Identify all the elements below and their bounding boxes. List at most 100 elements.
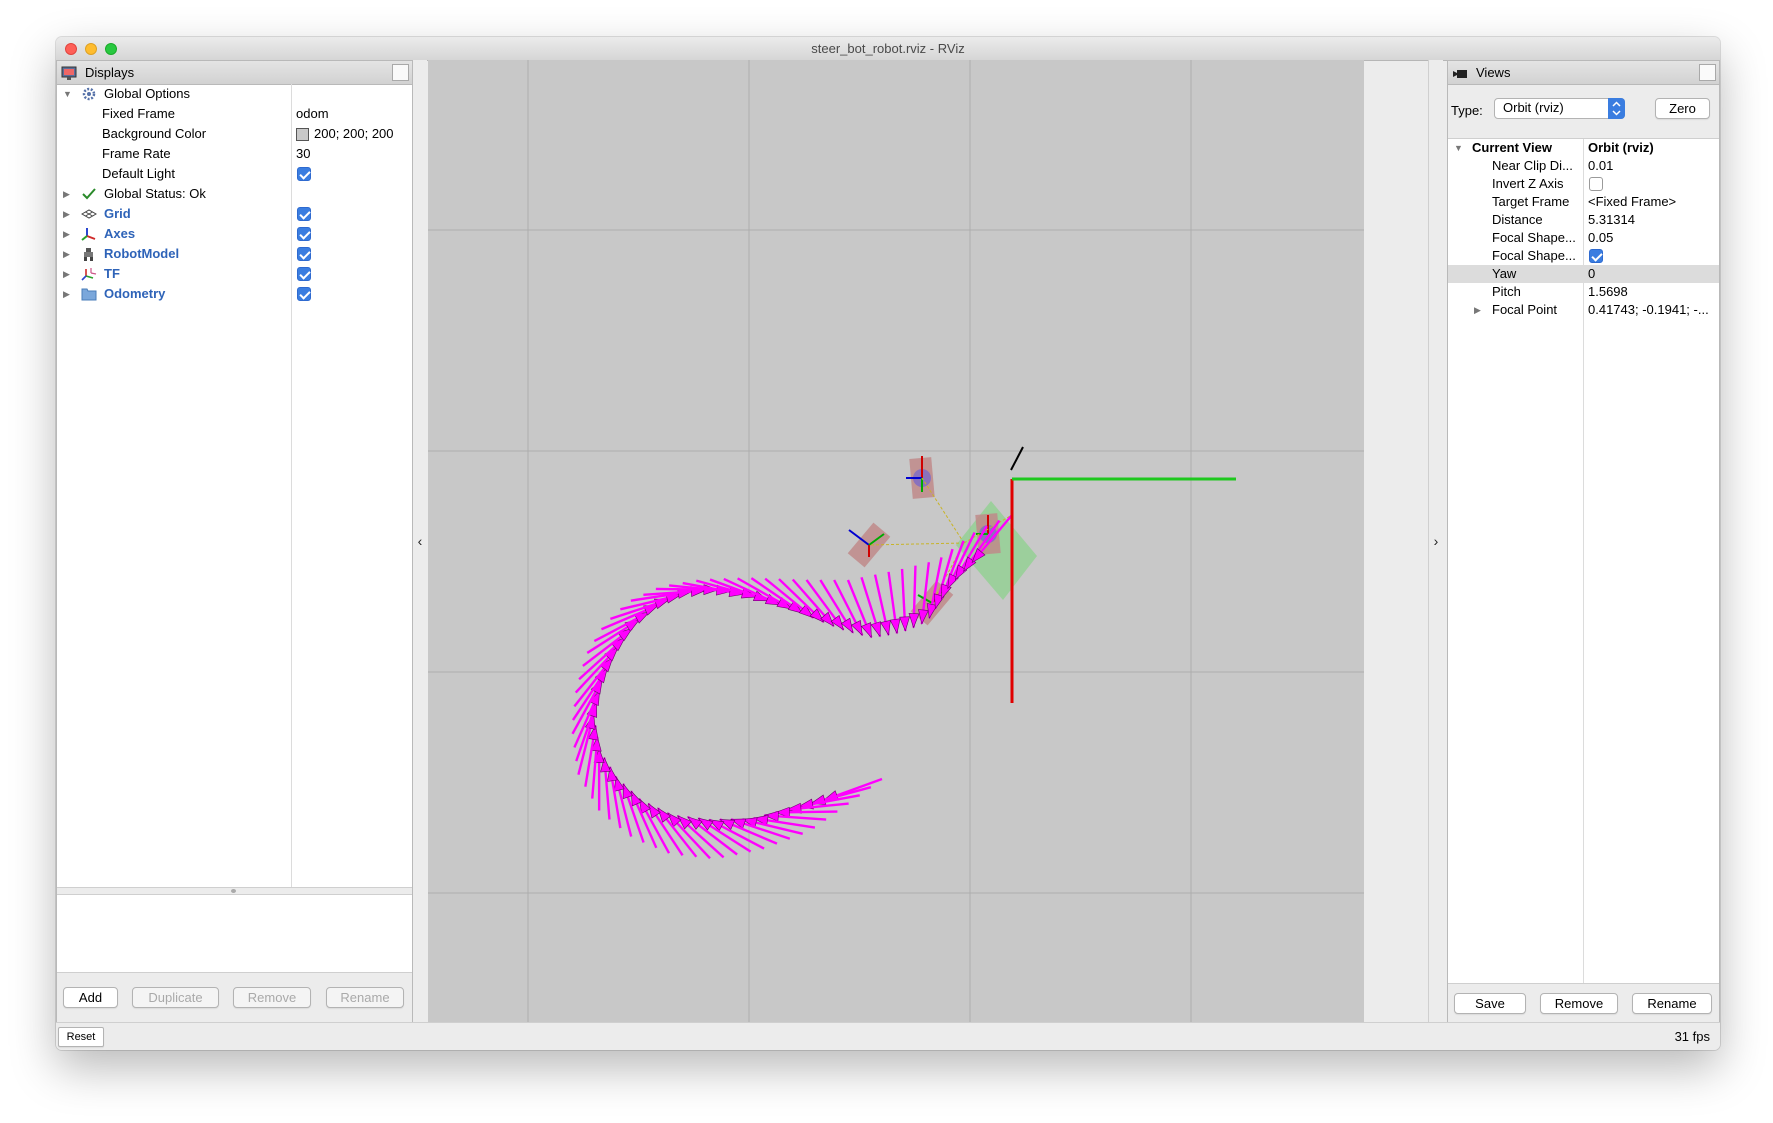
remove-display-button[interactable]: Remove	[233, 987, 311, 1008]
focal-point-label: Focal Point	[1492, 302, 1558, 317]
odometry-arrow	[656, 807, 698, 858]
focal-shape-size-label: Focal Shape...	[1492, 230, 1576, 245]
tree-row-current-view[interactable]: ▼ Current View Orbit (rviz)	[1448, 139, 1719, 157]
tree-row-odometry[interactable]: ▶ Odometry	[57, 284, 412, 304]
near-clip-value[interactable]: 0.01	[1588, 157, 1613, 175]
expand-arrow[interactable]: ▶	[63, 224, 70, 244]
duplicate-display-button[interactable]: Duplicate	[132, 987, 219, 1008]
tree-row-frame-rate[interactable]: Frame Rate 30	[57, 144, 412, 164]
reset-button[interactable]: Reset	[58, 1027, 104, 1047]
undock-panel-button[interactable]	[1699, 64, 1716, 81]
color-swatch[interactable]	[296, 128, 309, 141]
tree-row-focal-shape-fixed[interactable]: Focal Shape...	[1448, 247, 1719, 265]
view-type-select[interactable]: Orbit (rviz)	[1494, 98, 1625, 119]
tree-row-fixed-frame[interactable]: Fixed Frame odom	[57, 104, 412, 124]
expand-arrow[interactable]: ▶	[63, 184, 70, 204]
focal-shape-size-value[interactable]: 0.05	[1588, 229, 1613, 247]
fixed-frame-label: Fixed Frame	[102, 106, 175, 121]
odometry-arrow-head	[647, 802, 661, 819]
window-title: steer_bot_robot.rviz - RViz	[811, 41, 965, 56]
background-color-value[interactable]: 200; 200; 200	[314, 124, 394, 144]
close-window-button[interactable]	[65, 43, 77, 55]
odometry-arrow-head	[880, 619, 891, 636]
undock-panel-button[interactable]	[392, 64, 409, 81]
tree-row-grid[interactable]: ▶ Grid	[57, 204, 412, 224]
tf-display-checkbox[interactable]	[297, 267, 311, 281]
minimize-window-button[interactable]	[85, 43, 97, 55]
focal-shape-fixed-checkbox[interactable]	[1589, 249, 1603, 263]
axes-icon	[81, 227, 97, 241]
odometry-arrow	[791, 578, 835, 627]
target-frame-value[interactable]: <Fixed Frame>	[1588, 193, 1676, 211]
title-bar: steer_bot_robot.rviz - RViz	[56, 37, 1720, 61]
grid-display-label: Grid	[104, 206, 131, 221]
frame-rate-value[interactable]: 30	[296, 144, 310, 164]
tree-row-focal-shape-size[interactable]: Focal Shape... 0.05	[1448, 229, 1719, 247]
tree-row-tf[interactable]: ▶ TF	[57, 264, 412, 284]
view-properties-tree: ▼ Current View Orbit (rviz) Near Clip Di…	[1448, 138, 1719, 984]
tree-row-robotmodel[interactable]: ▶ RobotModel	[57, 244, 412, 264]
expand-arrow[interactable]: ▶	[63, 264, 70, 284]
tree-row-axes[interactable]: ▶ Axes	[57, 224, 412, 244]
tree-row-global-options[interactable]: ▼ Global Options	[57, 84, 412, 104]
odometry-arrow	[908, 565, 920, 629]
tree-row-near-clip[interactable]: Near Clip Di... 0.01	[1448, 157, 1719, 175]
robotmodel-display-checkbox[interactable]	[297, 247, 311, 261]
expand-arrow[interactable]: ▶	[63, 204, 70, 224]
collapse-right-dock-handle[interactable]: ›	[1428, 60, 1443, 1022]
default-light-checkbox[interactable]	[297, 167, 311, 181]
add-display-button[interactable]: Add	[63, 987, 118, 1008]
tree-row-background-color[interactable]: Background Color 200; 200; 200	[57, 124, 412, 144]
odometry-display-checkbox[interactable]	[297, 287, 311, 301]
rename-display-button[interactable]: Rename	[326, 987, 404, 1008]
current-view-value: Orbit (rviz)	[1588, 140, 1654, 155]
status-bar: Reset 31 fps	[56, 1022, 1720, 1050]
odometry-arrow-head	[889, 618, 901, 635]
global-options-label: Global Options	[104, 86, 190, 101]
zoom-window-button[interactable]	[105, 43, 117, 55]
robot-model-icon	[81, 247, 97, 261]
expand-arrow[interactable]: ▶	[63, 244, 70, 264]
tree-row-focal-point[interactable]: ▶ Focal Point 0.41743; -0.1941; -...	[1448, 301, 1719, 319]
pitch-value[interactable]: 1.5698	[1588, 283, 1628, 301]
near-clip-label: Near Clip Di...	[1492, 158, 1573, 173]
tree-row-global-status[interactable]: ▶ Global Status: Ok	[57, 184, 412, 204]
render-viewport[interactable]	[428, 60, 1413, 1022]
views-panel-header: Views	[1448, 61, 1719, 85]
collapse-left-dock-handle[interactable]: ‹	[413, 60, 427, 1022]
distance-label: Distance	[1492, 212, 1543, 227]
background-color-label: Background Color	[102, 126, 207, 141]
panel-splitter[interactable]	[57, 887, 412, 895]
tree-row-target-frame[interactable]: Target Frame <Fixed Frame>	[1448, 193, 1719, 211]
tree-row-default-light[interactable]: Default Light	[57, 164, 412, 184]
yaw-value[interactable]: 0	[1588, 265, 1595, 283]
rename-view-button[interactable]: Rename	[1632, 993, 1712, 1014]
tf-display-label: TF	[104, 266, 120, 281]
axes-display-checkbox[interactable]	[297, 227, 311, 241]
grid-display-checkbox[interactable]	[297, 207, 311, 221]
focal-point-value[interactable]: 0.41743; -0.1941; -...	[1588, 301, 1709, 319]
displays-button-bar: Add Duplicate Remove Rename	[57, 972, 412, 1022]
expand-arrow[interactable]: ▶	[63, 284, 70, 304]
views-panel-title: Views	[1476, 65, 1511, 80]
tree-row-distance[interactable]: Distance 5.31314	[1448, 211, 1719, 229]
displays-tree: ▼ Global Options Fixed Frame odom Backgr…	[57, 84, 412, 887]
expand-collapse-arrow[interactable]: ▼	[63, 84, 72, 104]
tf-icon	[81, 267, 97, 281]
tree-row-pitch[interactable]: Pitch 1.5698	[1448, 283, 1719, 301]
yaw-label: Yaw	[1492, 266, 1517, 281]
scene-canvas[interactable]	[428, 60, 1413, 1022]
save-view-button[interactable]: Save	[1454, 993, 1526, 1014]
fixed-frame-value[interactable]: odom	[296, 104, 329, 124]
expand-collapse-arrow[interactable]: ▼	[1454, 139, 1463, 157]
expand-arrow[interactable]: ▶	[1474, 301, 1481, 319]
views-button-bar: Save Remove Rename	[1448, 983, 1719, 1022]
odometry-arrow	[887, 571, 901, 635]
distance-value[interactable]: 5.31314	[1588, 211, 1635, 229]
type-label: Type:	[1451, 103, 1483, 118]
tree-row-invert-z-axis[interactable]: Invert Z Axis	[1448, 175, 1719, 193]
invert-z-axis-checkbox[interactable]	[1589, 177, 1603, 191]
tree-row-yaw-selected[interactable]: Yaw 0	[1448, 265, 1719, 283]
zero-button[interactable]: Zero	[1655, 98, 1710, 119]
remove-view-button[interactable]: Remove	[1540, 993, 1618, 1014]
